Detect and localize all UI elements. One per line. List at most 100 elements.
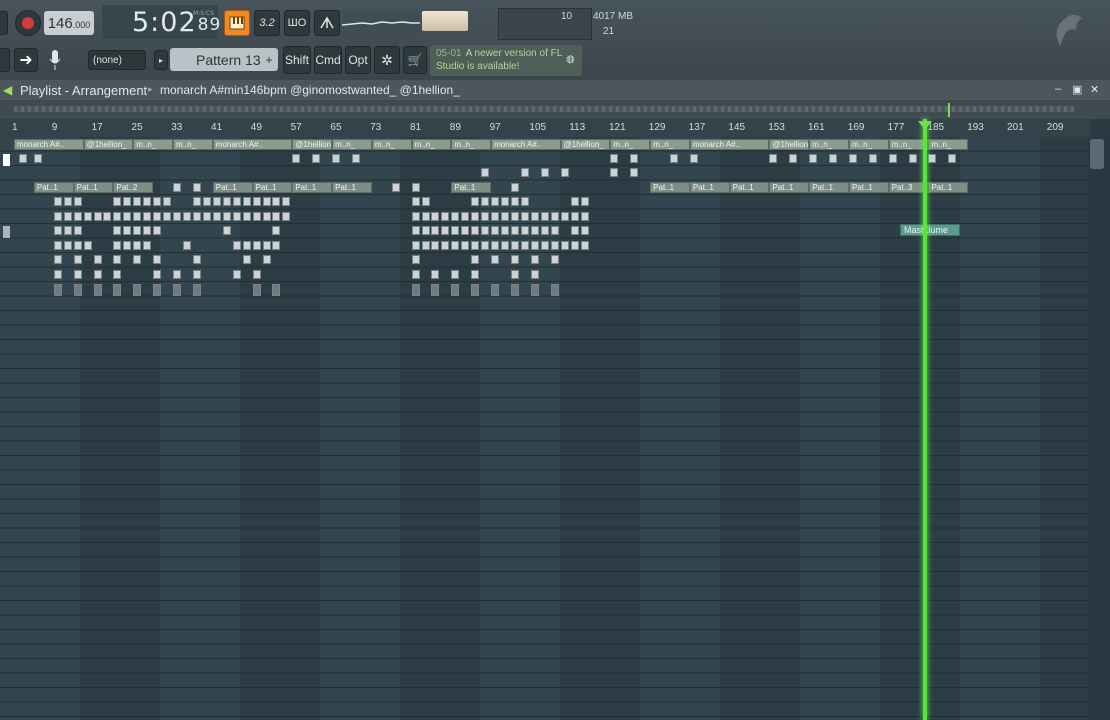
pattern-block[interactable] (570, 211, 579, 221)
pattern-block[interactable] (113, 197, 122, 206)
pattern-block[interactable] (610, 153, 619, 163)
pattern-block[interactable] (53, 226, 62, 235)
pattern-block[interactable] (153, 197, 162, 206)
pattern-block[interactable] (163, 197, 172, 206)
pattern-block[interactable] (491, 255, 500, 264)
pattern-block[interactable] (471, 226, 480, 235)
pattern-block[interactable] (252, 197, 261, 206)
pattern-none-select[interactable]: (none) (88, 50, 146, 70)
pattern-block[interactable] (242, 255, 251, 264)
loop-record-button[interactable]: ШО (284, 10, 310, 36)
pattern-block[interactable] (93, 284, 102, 296)
pattern-block[interactable] (789, 153, 798, 163)
pattern-block[interactable] (252, 211, 261, 221)
pattern-block[interactable] (232, 240, 241, 250)
pattern-block[interactable] (491, 284, 500, 296)
typing-keyboard-button[interactable] (224, 10, 250, 36)
pattern-block[interactable] (550, 211, 559, 221)
pattern-block[interactable] (848, 153, 857, 163)
pattern-block[interactable] (501, 226, 510, 235)
pattern-block[interactable] (411, 255, 420, 264)
pattern-block[interactable] (481, 226, 490, 235)
opt-button[interactable]: Opt (345, 46, 371, 74)
pattern-block[interactable] (491, 211, 500, 221)
pattern-block[interactable] (630, 168, 639, 177)
pattern-block[interactable] (520, 197, 529, 206)
toolbar-left-button[interactable] (0, 48, 10, 72)
audio-clip[interactable]: m..n_ (173, 139, 213, 150)
pattern-block[interactable] (292, 153, 301, 163)
pattern-block[interactable] (262, 197, 271, 206)
pattern-block[interactable] (53, 211, 62, 221)
fl-logo-icon[interactable] (1040, 10, 1090, 50)
audio-clip[interactable]: m..n_ (809, 139, 849, 150)
pattern-block[interactable] (540, 168, 549, 177)
pattern-block[interactable] (471, 284, 480, 296)
speaker-icon[interactable]: ◀ (3, 83, 12, 97)
pattern-block[interactable] (133, 211, 142, 221)
pattern-block[interactable] (511, 211, 519, 221)
pattern-block[interactable] (73, 211, 82, 221)
restore-icon[interactable]: ▣ (1072, 83, 1082, 96)
pattern-block[interactable] (242, 240, 251, 250)
pattern-block[interactable] (173, 284, 182, 296)
pattern-block[interactable] (540, 211, 549, 221)
minimize-icon[interactable]: – (1055, 83, 1061, 95)
pattern-block[interactable] (550, 284, 559, 296)
pattern-block[interactable] (123, 211, 132, 221)
pattern-block[interactable] (63, 211, 72, 221)
pattern-block[interactable] (133, 240, 142, 250)
pattern-block[interactable] (520, 211, 529, 221)
pattern-block[interactable] (232, 269, 241, 279)
scroll-thumb[interactable] (1090, 139, 1104, 169)
audio-clip[interactable]: m..n_ (650, 139, 690, 150)
pattern-block[interactable] (93, 211, 102, 221)
pattern-block[interactable] (928, 153, 937, 163)
pattern-block[interactable] (481, 197, 490, 206)
pattern-block[interactable] (73, 269, 82, 279)
pattern-block[interactable] (113, 269, 122, 279)
pattern-block[interactable] (411, 197, 420, 206)
audio-clip[interactable]: @1hellion_ (83, 139, 134, 150)
pattern-block[interactable] (53, 240, 62, 250)
pattern-block[interactable] (501, 197, 510, 206)
pattern-block[interactable] (133, 197, 142, 206)
pattern-block[interactable] (113, 226, 122, 235)
play-button[interactable] (0, 11, 8, 35)
pattern-block[interactable] (491, 226, 500, 235)
pattern-block[interactable] (103, 211, 112, 221)
pattern-block[interactable] (471, 269, 480, 279)
pattern-block[interactable] (202, 197, 211, 206)
pattern-block[interactable] (411, 269, 420, 279)
pattern-block[interactable] (133, 255, 142, 264)
pattern-block[interactable] (113, 255, 122, 264)
pattern-block[interactable] (192, 255, 201, 264)
audio-clip[interactable]: monarch A#.. (689, 139, 770, 150)
pattern-block[interactable] (550, 226, 559, 235)
time-display[interactable]: M:S:CS 5:02 89 (102, 5, 220, 39)
pattern-clip[interactable]: Pat..1 (292, 181, 333, 193)
shift-button[interactable]: Shift (283, 46, 311, 74)
pattern-block[interactable] (570, 226, 579, 235)
pattern-block[interactable] (153, 211, 162, 221)
pattern-block[interactable] (530, 269, 539, 279)
pattern-block[interactable] (153, 269, 162, 279)
audio-clip[interactable]: monarch A#.. (14, 139, 84, 150)
pattern-block[interactable] (272, 226, 281, 235)
pattern-block[interactable] (530, 240, 539, 250)
pattern-block[interactable] (580, 240, 589, 250)
pattern-clip[interactable]: Pat..1 (73, 181, 114, 193)
pattern-block[interactable] (580, 197, 589, 206)
audio-clip[interactable]: monarch A#.. (212, 139, 293, 150)
pattern-block[interactable] (520, 226, 529, 235)
pattern-block[interactable] (192, 197, 201, 206)
tools-button[interactable]: ✲ (374, 46, 400, 74)
pattern-block[interactable] (411, 226, 420, 235)
pattern-block[interactable] (173, 182, 182, 192)
pattern-clip[interactable]: Pat..1 (848, 181, 889, 193)
pattern-block[interactable] (252, 269, 261, 279)
pattern-clip[interactable]: Pat..1 (451, 181, 492, 193)
pattern-clip[interactable]: Pat..1 (650, 181, 690, 193)
pattern-block[interactable] (222, 226, 231, 235)
pattern-block[interactable] (332, 153, 341, 163)
